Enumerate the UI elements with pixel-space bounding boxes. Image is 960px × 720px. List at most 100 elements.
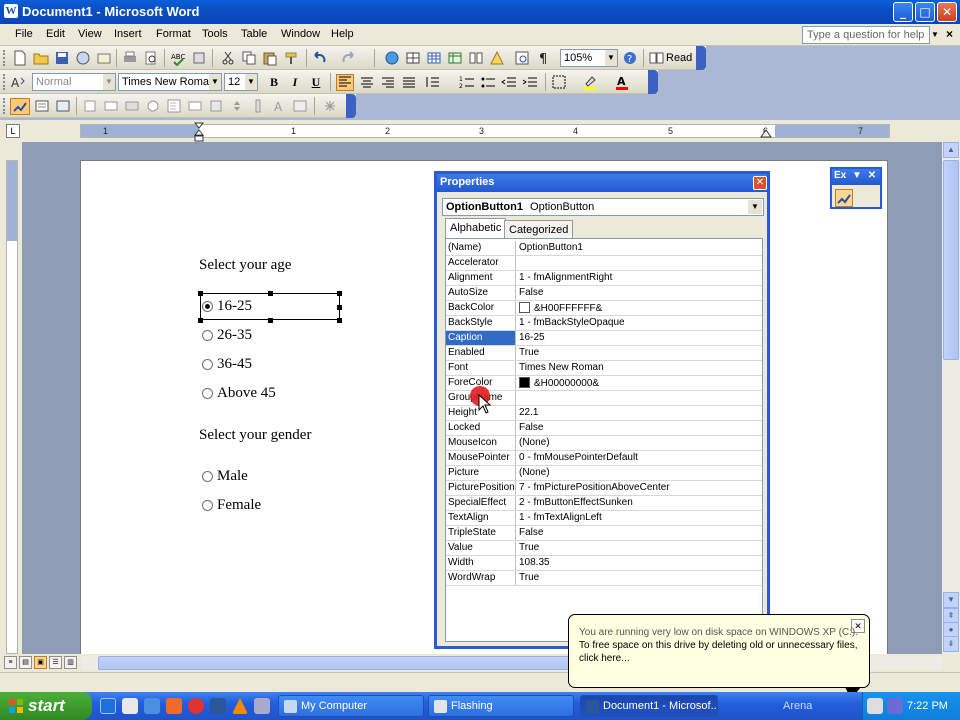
tab-selector[interactable]: L (6, 124, 20, 138)
research-icon[interactable] (191, 50, 207, 66)
floating-toolbar-options-icon[interactable]: ▼ (852, 170, 862, 181)
justify-icon[interactable] (401, 74, 417, 90)
menu-insert[interactable]: Insert (114, 28, 142, 40)
property-row[interactable]: Font Times New Roman (446, 361, 762, 376)
show-hide-icon[interactable]: ¶ (536, 50, 552, 66)
tray-disk-warning-icon[interactable] (867, 698, 883, 714)
insert-excel-icon[interactable] (447, 50, 463, 66)
property-name[interactable]: Picture (446, 466, 516, 480)
property-row[interactable]: GroupName (446, 391, 762, 406)
property-name[interactable]: Value (446, 541, 516, 555)
font-combo[interactable]: Times New Roman ▼ (118, 73, 222, 91)
property-value[interactable] (517, 391, 761, 405)
property-row[interactable]: WordWrap True (446, 571, 762, 586)
task-document1[interactable]: Document1 - Microsof... (580, 695, 718, 717)
age-option-label[interactable]: Above 45 (217, 385, 276, 402)
email-icon[interactable] (96, 50, 112, 66)
property-name[interactable]: BackColor (446, 301, 516, 315)
hyperlink-icon[interactable] (384, 50, 400, 66)
indent-marker-icon[interactable] (194, 122, 204, 142)
property-name[interactable]: Accelerator (446, 256, 516, 270)
undo-icon[interactable] (312, 50, 328, 66)
style-dropdown-icon[interactable]: ▼ (103, 74, 115, 90)
property-name[interactable]: Caption (446, 331, 516, 345)
resize-handle[interactable] (268, 318, 273, 323)
toolbar-options-icon[interactable] (696, 46, 706, 70)
property-name[interactable]: SpecialEffect (446, 496, 516, 510)
print-layout-icon[interactable]: ▣ (34, 656, 47, 669)
start-button[interactable]: start (0, 692, 92, 720)
property-row[interactable]: Width 108.35 (446, 556, 762, 571)
resize-handle[interactable] (337, 291, 342, 296)
align-right-icon[interactable] (380, 74, 396, 90)
style-combo[interactable]: Normal ▼ (32, 73, 116, 91)
resize-handle[interactable] (198, 291, 203, 296)
minimize-button[interactable]: _ (893, 2, 913, 22)
resize-handle[interactable] (198, 318, 203, 323)
design-mode-button[interactable] (10, 98, 30, 115)
task-flashing[interactable]: Flashing (428, 695, 574, 717)
property-value[interactable]: False (517, 286, 761, 300)
low-disk-space-balloon[interactable]: ✕ You are running very low on disk space… (568, 614, 870, 699)
bold-button[interactable]: B (265, 74, 283, 91)
word-app-icon[interactable]: W (4, 4, 18, 18)
property-row[interactable]: ForeColor &H00000000& (446, 376, 762, 391)
menu-format[interactable]: Format (156, 28, 191, 40)
insert-table-icon[interactable] (426, 50, 442, 66)
underline-button[interactable]: U (307, 74, 325, 91)
desktop-icon[interactable] (144, 698, 160, 714)
property-value[interactable]: &H00FFFFFF& (517, 301, 761, 315)
property-row[interactable]: Value True (446, 541, 762, 556)
menu-window[interactable]: Window (281, 28, 320, 40)
property-grid[interactable]: (Name) OptionButton1 Accelerator Alignment 1… (445, 238, 763, 642)
menu-view[interactable]: View (78, 28, 102, 40)
tables-borders-icon[interactable] (405, 50, 421, 66)
spin-button-control-icon[interactable] (229, 98, 245, 114)
gender-option-radio[interactable] (202, 471, 213, 482)
toggle-button-control-icon[interactable] (208, 98, 224, 114)
copy-icon[interactable] (241, 50, 257, 66)
property-row[interactable]: MouseIcon (None) (446, 436, 762, 451)
tab-alphabetic[interactable]: Alphabetic (445, 218, 507, 239)
font-size-dropdown-icon[interactable]: ▼ (245, 74, 257, 90)
property-value[interactable]: 108.35 (517, 556, 761, 570)
gender-option-radio[interactable] (202, 500, 213, 511)
clock[interactable]: 7:22 PM (907, 700, 948, 712)
property-row[interactable]: TextAlign 1 - fmTextAlignLeft (446, 511, 762, 526)
property-name[interactable]: WordWrap (446, 571, 516, 585)
menu-edit[interactable]: Edit (46, 28, 65, 40)
scroll-down-icon[interactable]: ▼ (943, 592, 959, 608)
highlight-icon[interactable] (582, 74, 598, 90)
resize-handle[interactable] (337, 318, 342, 323)
property-name[interactable]: (Name) (446, 241, 516, 255)
spelling-icon[interactable]: ABC (170, 50, 186, 66)
property-value[interactable]: 1 - fmAlignmentRight (517, 271, 761, 285)
property-name[interactable]: BackStyle (446, 316, 516, 330)
increase-indent-icon[interactable] (522, 74, 538, 90)
property-value[interactable]: 1 - fmTextAlignLeft (517, 511, 761, 525)
outline-view-icon[interactable]: ☰ (49, 656, 62, 669)
combobox-control-icon[interactable] (187, 98, 203, 114)
read-button-label[interactable]: Read (666, 52, 692, 64)
open-folder-icon[interactable] (33, 50, 49, 66)
menu-file[interactable]: File (15, 28, 33, 40)
reading-layout-icon[interactable]: ▥ (64, 656, 77, 669)
document-map-icon[interactable] (514, 50, 530, 66)
property-value[interactable]: False (517, 526, 761, 540)
gender-option-label[interactable]: Female (217, 497, 261, 514)
toolbar-grip[interactable] (3, 50, 6, 66)
age-option-radio[interactable] (202, 330, 213, 341)
property-row[interactable]: Picture (None) (446, 466, 762, 481)
toolbar-grip[interactable] (3, 74, 6, 90)
toolbar-grip[interactable] (3, 98, 6, 114)
property-name[interactable]: Alignment (446, 271, 516, 285)
property-row[interactable]: TripleState False (446, 526, 762, 541)
quicklaunch-icon[interactable] (188, 698, 204, 714)
property-row[interactable]: Enabled True (446, 346, 762, 361)
object-selector-combo[interactable]: OptionButton1 OptionButton ▼ (442, 198, 764, 216)
property-value[interactable]: (None) (517, 436, 761, 450)
property-row[interactable]: BackColor &H00FFFFFF& (446, 301, 762, 316)
new-document-icon[interactable] (12, 50, 28, 66)
zoom-dropdown-icon[interactable]: ▼ (605, 50, 617, 66)
properties-title[interactable]: Properties (437, 174, 767, 192)
